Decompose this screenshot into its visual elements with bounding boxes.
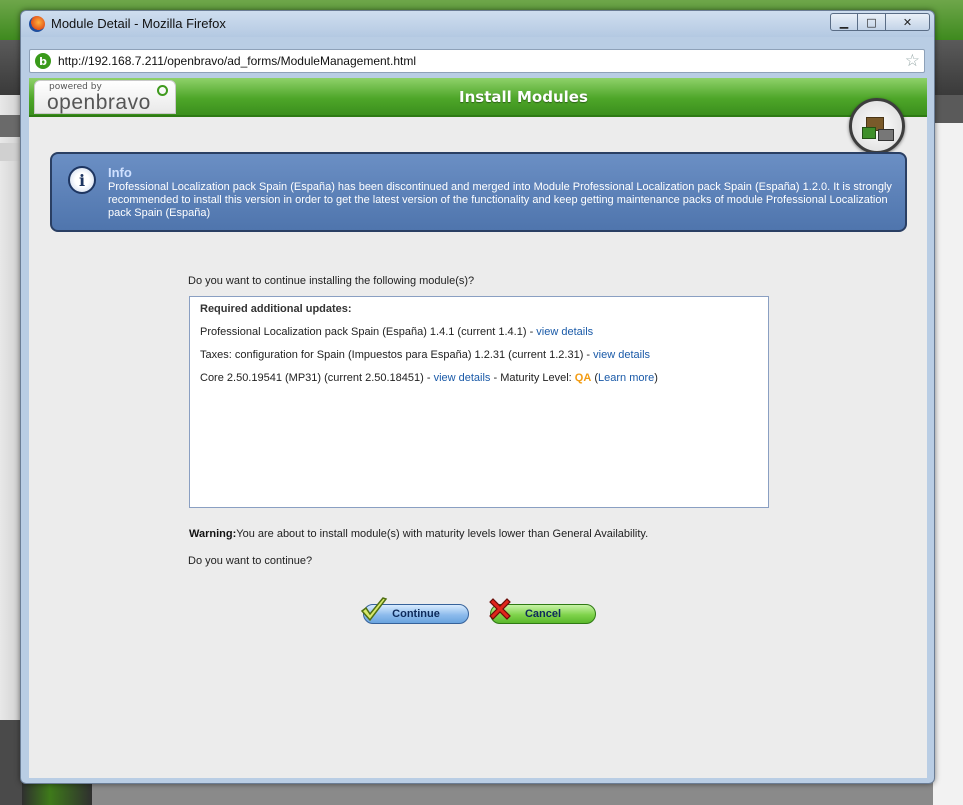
view-details-link[interactable]: view details [593, 349, 650, 361]
background-block [0, 115, 22, 137]
page-content: powered by openbravo Install Modules i I… [29, 78, 927, 778]
install-question: Do you want to continue installing the f… [188, 275, 475, 287]
logo-brand: openbravo [47, 91, 151, 114]
list-item: Professional Localization pack Spain (Es… [200, 326, 593, 338]
module-detail-window: Module Detail - Mozilla Firefox ▁ □ ✕ b … [20, 10, 935, 784]
info-icon: i [68, 166, 96, 194]
logo-dot-icon [157, 85, 168, 96]
modules-list-box: Required additional updates: Professiona… [189, 296, 769, 508]
icon-part [862, 127, 876, 139]
background-block [933, 95, 963, 123]
minimize-button[interactable]: ▁ [830, 13, 858, 31]
paren-close: ) [654, 372, 658, 384]
url-text[interactable]: http://192.168.7.211/openbravo/ad_forms/… [58, 54, 416, 68]
module-text: Taxes: configuration for Spain (Impuesto… [200, 349, 594, 361]
window-controls: ▁ □ ✕ [830, 13, 930, 31]
continue-question: Do you want to continue? [188, 555, 313, 567]
list-item: Core 2.50.19541 (MP31) (current 2.50.184… [200, 372, 658, 384]
background-block [0, 720, 22, 805]
firefox-icon [29, 16, 45, 32]
background-block [0, 143, 22, 161]
page-title: Install Modules [459, 88, 588, 106]
module-text: Professional Localization pack Spain (Es… [200, 326, 537, 338]
icon-part [878, 129, 894, 141]
info-title: Info [108, 165, 132, 180]
list-item: Taxes: configuration for Spain (Impuesto… [200, 349, 650, 361]
background-app-right [933, 95, 963, 805]
url-bar[interactable]: b http://192.168.7.211/openbravo/ad_form… [29, 49, 925, 73]
bookmark-star-icon[interactable]: ☆ [905, 51, 920, 71]
openbravo-favicon-icon: b [35, 53, 51, 69]
warning-message: Warning:You are about to install module(… [189, 528, 648, 540]
module-management-icon [849, 98, 905, 154]
learn-more-link[interactable]: Learn more [598, 372, 654, 384]
module-text: Core 2.50.19541 (MP31) (current 2.50.184… [200, 372, 434, 384]
window-title: Module Detail - Mozilla Firefox [51, 16, 226, 31]
warning-text: You are about to install module(s) with … [236, 528, 649, 540]
box-heading: Required additional updates: [200, 303, 352, 315]
background-app-left [0, 95, 22, 805]
cross-icon [489, 598, 511, 620]
maturity-prefix: - Maturity Level: [490, 372, 575, 384]
openbravo-logo: powered by openbravo [34, 80, 176, 114]
checkmark-icon [360, 597, 388, 622]
info-message-box: i Info Professional Localization pack Sp… [50, 152, 907, 232]
info-text: Professional Localization pack Spain (Es… [108, 181, 892, 219]
page-header: powered by openbravo Install Modules [29, 78, 927, 117]
close-button[interactable]: ✕ [886, 13, 930, 31]
maturity-level: QA [574, 372, 592, 384]
background-app-bottom [22, 782, 92, 805]
cancel-button-label: Cancel [524, 608, 562, 620]
continue-button-label: Continue [392, 608, 440, 620]
maximize-button[interactable]: □ [858, 13, 886, 31]
warning-label: Warning: [189, 528, 237, 540]
window-titlebar[interactable]: Module Detail - Mozilla Firefox ▁ □ ✕ [21, 11, 934, 37]
view-details-link[interactable]: view details [536, 326, 593, 338]
view-details-link[interactable]: view details [434, 372, 491, 384]
